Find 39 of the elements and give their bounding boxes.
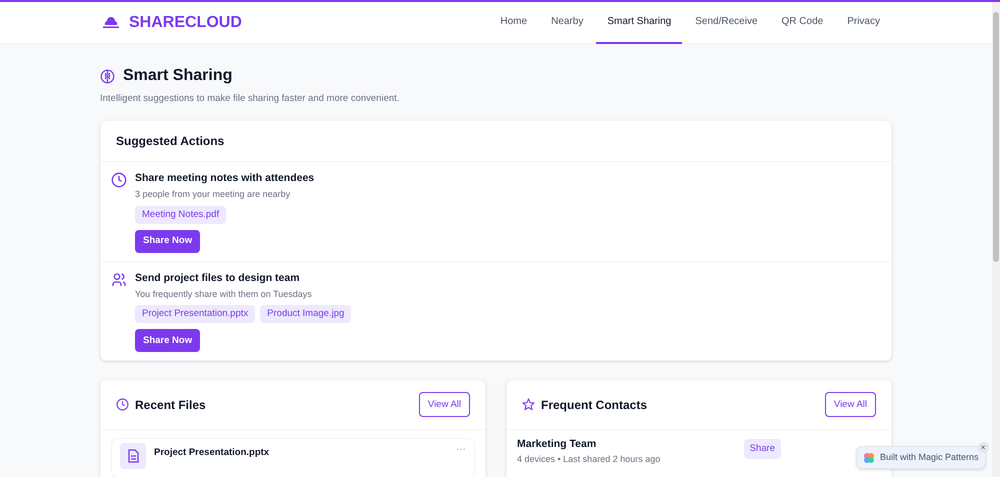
star-icon [522,398,535,412]
brain-icon [100,68,115,84]
scrollbar[interactable] [992,2,1000,477]
card-title: Recent Files [135,396,206,414]
clock-icon [111,172,127,188]
file-tag: Product Image.jpg [260,305,352,324]
file-row[interactable]: Project Presentation.pptx ··· [111,438,475,477]
action-title: Send project files to design team [135,270,301,286]
nav-tab[interactable]: Send/Receive [684,2,769,44]
action-subtitle: 3 people from your meeting are nearby [135,188,292,201]
card-title: Frequent Contacts [541,396,648,414]
card-title: Suggested Actions [101,121,891,162]
badge-label: Built with Magic Patterns [880,450,979,464]
clock-icon [116,398,129,412]
file-tag: Meeting Notes.pdf [135,206,226,224]
share-button[interactable]: Share [744,439,781,460]
view-all-button[interactable]: View All [418,392,470,418]
nav-tab[interactable]: Nearby [540,2,594,44]
contact-name: Marketing Team [517,437,598,452]
page-subtitle: Intelligent suggestions to make file sharing faster and more convenient. [100,92,400,106]
users-icon [111,272,127,288]
action-subtitle: You frequently share with them on Tuesdays [135,288,313,301]
nav-tab[interactable]: QR Code [770,2,834,44]
file-tag: Project Presentation.pptx [135,305,256,324]
file-name: Project Presentation.pptx [154,446,270,460]
contact-detail: 4 devices • Last shared 2 hours ago [517,453,660,466]
cloud-logo-icon [101,16,121,28]
share-now-button[interactable]: Share Now [135,230,200,253]
share-now-button[interactable]: Share Now [135,329,200,352]
document-icon [120,443,146,470]
nav-tab[interactable]: Home [489,2,538,44]
action-title: Share meeting notes with attendees [135,171,314,186]
nav-tab[interactable]: Privacy [836,2,891,44]
view-all-button[interactable]: View All [824,392,876,418]
page-title: Smart Sharing [123,66,232,86]
nav-tab[interactable]: Smart Sharing [596,2,682,44]
petal-logo-icon [863,452,875,464]
close-button[interactable]: × [978,442,989,453]
brand-name: SHARECLOUD [129,12,242,32]
